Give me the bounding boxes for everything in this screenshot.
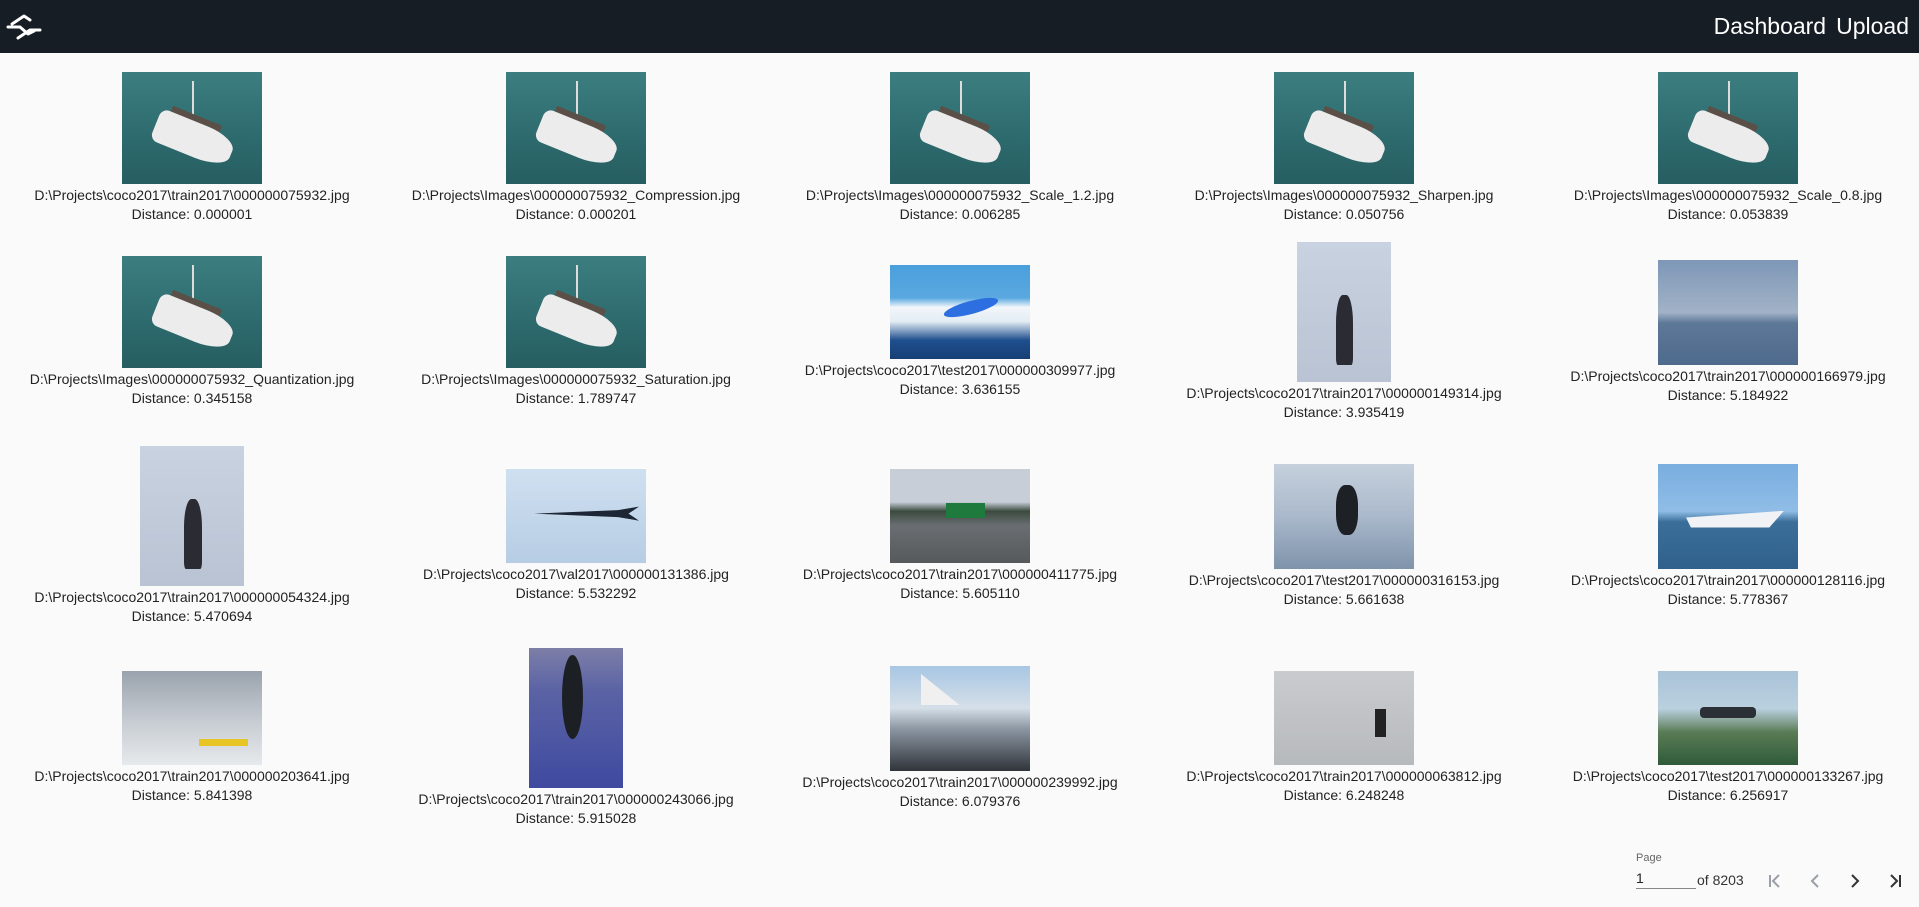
result-card[interactable]: D:\Projects\Images\000000075932_Scale_0.… [1536,53,1919,243]
result-distance: Distance: 5.778367 [1667,590,1789,607]
result-thumbnail[interactable] [1658,72,1798,184]
result-thumbnail[interactable] [122,256,262,368]
result-distance: Distance: 5.915028 [515,810,637,826]
result-distance: Distance: 3.935419 [1283,404,1405,420]
result-thumbnail[interactable] [506,469,646,563]
result-thumbnail[interactable] [140,446,244,586]
result-distance: Distance: 0.053839 [1667,206,1789,222]
result-card[interactable]: D:\Projects\Images\000000075932_Saturati… [384,237,768,427]
result-distance: Distance: 5.184922 [1667,386,1789,403]
result-filename: D:\Projects\coco2017\train2017\000000075… [34,187,350,203]
result-card[interactable]: D:\Projects\coco2017\train2017\000000075… [0,53,384,243]
nav-dashboard[interactable]: Dashboard [1714,13,1827,40]
result-distance: Distance: 3.636155 [899,381,1021,397]
result-card[interactable]: D:\Projects\Images\000000075932_Scale_1.… [768,53,1152,243]
result-thumbnail[interactable] [506,256,646,368]
swap-logo-icon[interactable] [2,5,46,49]
result-filename: D:\Projects\coco2017\train2017\000000239… [802,773,1118,790]
result-thumbnail[interactable] [1297,242,1391,382]
last-page-icon[interactable] [1875,861,1915,901]
result-filename: D:\Projects\coco2017\train2017\000000166… [1570,367,1886,384]
result-filename: D:\Projects\coco2017\train2017\000000203… [34,768,350,784]
result-card[interactable]: D:\Projects\coco2017\train2017\000000166… [1536,237,1919,427]
result-card[interactable]: D:\Projects\coco2017\val2017\00000013138… [384,441,768,631]
nav-upload[interactable]: Upload [1836,13,1909,40]
page-total: of 8203 [1697,872,1744,888]
result-distance: Distance: 0.345158 [131,390,253,406]
result-filename: D:\Projects\coco2017\train2017\000000054… [34,589,350,605]
result-thumbnail[interactable] [1658,671,1798,765]
result-distance: Distance: 0.006285 [899,206,1021,222]
result-distance: Distance: 5.532292 [515,585,637,601]
result-filename: D:\Projects\Images\000000075932_Sharpen.… [1194,187,1494,203]
result-thumbnail[interactable] [890,72,1030,184]
result-distance: Distance: 6.079376 [899,792,1021,809]
result-thumbnail[interactable] [1274,463,1414,569]
result-card[interactable]: D:\Projects\coco2017\test2017\0000001332… [1536,643,1919,833]
result-filename: D:\Projects\coco2017\train2017\000000063… [1186,768,1502,784]
result-card[interactable]: D:\Projects\coco2017\train2017\000000239… [768,643,1152,833]
result-card[interactable]: D:\Projects\coco2017\train2017\000000128… [1536,441,1919,631]
result-card[interactable]: D:\Projects\coco2017\train2017\000000054… [0,441,384,631]
result-filename: D:\Projects\coco2017\test2017\0000003099… [804,362,1116,378]
result-distance: Distance: 6.248248 [1283,787,1405,803]
result-distance: Distance: 0.050756 [1283,206,1405,222]
result-filename: D:\Projects\coco2017\train2017\000000149… [1186,385,1502,401]
result-card[interactable]: D:\Projects\coco2017\train2017\000000243… [384,643,768,833]
result-distance: Distance: 5.841398 [131,787,253,803]
result-distance: Distance: 1.789747 [515,390,637,406]
result-filename: D:\Projects\Images\000000075932_Scale_1.… [805,187,1115,203]
result-card[interactable]: D:\Projects\coco2017\train2017\000000203… [0,643,384,833]
result-filename: D:\Projects\coco2017\val2017\00000013138… [423,566,729,582]
result-card[interactable]: D:\Projects\coco2017\train2017\000000149… [1152,237,1536,427]
result-filename: D:\Projects\coco2017\test2017\0000001332… [1572,768,1884,784]
result-card[interactable]: D:\Projects\Images\000000075932_Sharpen.… [1152,53,1536,243]
result-thumbnail[interactable] [890,469,1030,563]
result-card[interactable]: D:\Projects\coco2017\train2017\000000411… [768,441,1152,631]
result-filename: D:\Projects\Images\000000075932_Saturati… [421,371,731,387]
result-distance: Distance: 5.605110 [900,585,1020,601]
result-thumbnail[interactable] [1658,463,1798,569]
result-thumbnail[interactable] [122,671,262,765]
result-card[interactable]: D:\Projects\Images\000000075932_Compress… [384,53,768,243]
result-filename: D:\Projects\coco2017\test2017\0000003161… [1188,571,1500,588]
first-page-icon[interactable] [1755,861,1795,901]
result-distance: Distance: 0.000001 [131,206,253,222]
result-filename: D:\Projects\coco2017\train2017\000000411… [802,566,1118,582]
results-grid: D:\Projects\coco2017\train2017\000000075… [0,53,1919,843]
chevron-right-icon[interactable] [1835,861,1875,901]
chevron-left-icon[interactable] [1795,861,1835,901]
result-thumbnail[interactable] [122,72,262,184]
result-filename: D:\Projects\Images\000000075932_Compress… [411,187,741,203]
result-distance: Distance: 6.256917 [1667,787,1789,803]
result-filename: D:\Projects\coco2017\train2017\000000128… [1570,571,1886,588]
result-thumbnail[interactable] [506,72,646,184]
result-filename: D:\Projects\Images\000000075932_Scale_0.… [1573,187,1883,203]
result-card[interactable]: D:\Projects\coco2017\test2017\0000003099… [768,237,1152,427]
page-label: Page [1636,852,1662,864]
result-thumbnail[interactable] [890,665,1030,771]
result-card[interactable]: D:\Projects\coco2017\train2017\000000063… [1152,643,1536,833]
result-card[interactable]: D:\Projects\coco2017\test2017\0000003161… [1152,441,1536,631]
pagination: Page of 8203 [1630,848,1919,907]
result-thumbnail[interactable] [890,265,1030,359]
result-thumbnail[interactable] [529,648,623,788]
header-nav: Dashboard Upload [1714,13,1911,40]
result-thumbnail[interactable] [1274,671,1414,765]
result-thumbnail[interactable] [1274,72,1414,184]
result-distance: Distance: 5.470694 [131,608,253,624]
result-thumbnail[interactable] [1658,259,1798,365]
result-distance: Distance: 5.661638 [1283,590,1405,607]
page-number-input[interactable] [1636,868,1696,889]
result-card[interactable]: D:\Projects\Images\000000075932_Quantiza… [0,237,384,427]
result-filename: D:\Projects\coco2017\train2017\000000243… [418,791,734,807]
result-filename: D:\Projects\Images\000000075932_Quantiza… [29,371,355,387]
app-header: Dashboard Upload [0,0,1919,53]
result-distance: Distance: 0.000201 [515,206,637,222]
